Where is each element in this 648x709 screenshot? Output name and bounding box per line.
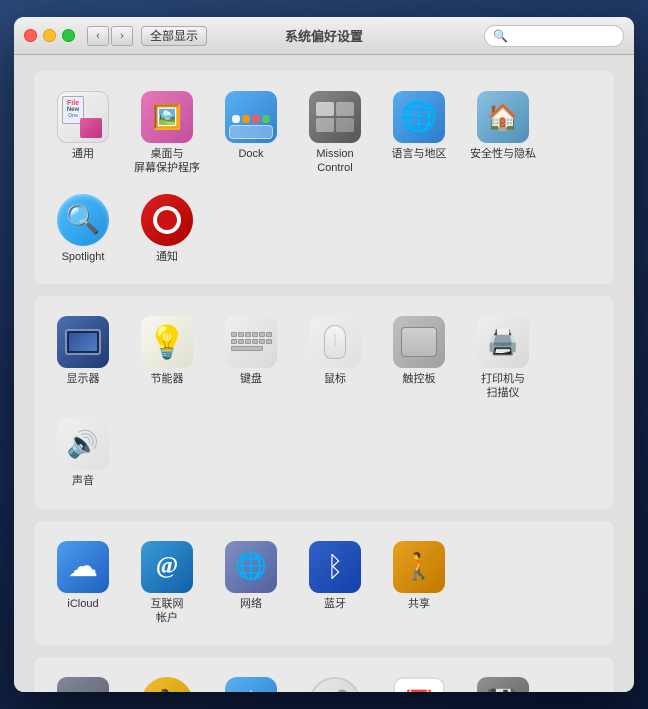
appstore-icon [225,677,277,692]
trackpad-icon [393,316,445,368]
search-input[interactable] [512,29,615,43]
language-icon: 🌐 [393,91,445,143]
internet-icon: @ [141,541,193,593]
icon-item-users[interactable]: 👥用户与群组 [44,671,122,692]
sound-label: 声音 [72,474,94,488]
icon-item-notify[interactable]: 通知 [128,188,206,270]
maximize-button[interactable] [62,29,75,42]
security-label: 安全性与隐私 [470,147,536,161]
mouse-label: 鼠标 [324,372,346,386]
notify-label: 通知 [156,250,178,264]
icon-item-general[interactable]: File New One 通用 [44,85,122,182]
sharing-icon: 🚶 [393,541,445,593]
icon-item-sharing[interactable]: 🚶 共享 [380,535,458,632]
dock-icon [225,91,277,143]
search-icon: 🔍 [493,29,508,43]
window-title: 系统偏好设置 [285,26,363,45]
icon-item-sound[interactable]: 🔊 声音 [44,412,122,494]
icon-item-security[interactable]: 🏠 安全性与隐私 [464,85,542,182]
icon-item-mission[interactable]: Mission Control [296,85,374,182]
spotlight-icon: 🔍 [57,194,109,246]
dock-label: Dock [238,147,263,161]
icon-item-bluetooth[interactable]: ᛒ 蓝牙 [296,535,374,632]
icon-item-printer[interactable]: 🖨️ 打印机与 扫描仪 [464,310,542,407]
icon-item-datetime[interactable]: 📅日期与时间 [380,671,458,692]
startup-icon: 💾 [477,677,529,692]
traffic-lights [24,29,75,42]
energy-label: 节能器 [151,372,184,386]
notify-icon [141,194,193,246]
internet-label: 互联网 帐户 [151,597,184,626]
show-all-button[interactable]: 全部显示 [141,26,207,46]
icon-item-desktop[interactable]: 🖼️ 桌面与 屏幕保护程序 [128,85,206,182]
bluetooth-icon: ᛒ [309,541,361,593]
icloud-label: iCloud [67,597,98,611]
icon-item-startup[interactable]: 💾启动磁盘 [464,671,542,692]
icon-item-internet[interactable]: @ 互联网 帐户 [128,535,206,632]
network-icon: 🌐 [225,541,277,593]
general-icon: File New One [57,91,109,143]
icon-item-dictation[interactable]: 🎤听写与语音 [296,671,374,692]
energy-icon: 💡 [141,316,193,368]
nav-buttons: ‹ › [87,26,133,46]
display-icon [57,316,109,368]
icon-item-energy[interactable]: 💡 节能器 [128,310,206,407]
mission-icon [309,91,361,143]
icon-item-icloud[interactable]: ☁ iCloud [44,535,122,632]
trackpad-label: 触控板 [403,372,436,386]
icon-item-appstore[interactable]: App Store [212,671,290,692]
sharing-label: 共享 [408,597,430,611]
sound-icon: 🔊 [57,418,109,470]
icon-item-parental[interactable]: 🚶家长控制 [128,671,206,692]
icon-item-language[interactable]: 🌐 语言与地区 [380,85,458,182]
close-button[interactable] [24,29,37,42]
system-preferences-window: ‹ › 全部显示 系统偏好设置 🔍 File New One 通用 🖼️ 桌面与 屏… [14,17,634,692]
titlebar: ‹ › 全部显示 系统偏好设置 🔍 [14,17,634,55]
back-button[interactable]: ‹ [87,26,109,46]
mission-label: Mission Control [316,147,353,176]
network-label: 网络 [240,597,262,611]
keyboard-icon [225,316,277,368]
spotlight-label: Spotlight [62,250,105,264]
icon-item-dock[interactable]: Dock [212,85,290,182]
icon-item-spotlight[interactable]: 🔍 Spotlight [44,188,122,270]
security-icon: 🏠 [477,91,529,143]
icon-item-mouse[interactable]: 鼠标 [296,310,374,407]
icloud-icon: ☁ [57,541,109,593]
display-label: 显示器 [67,372,100,386]
desktop-icon: 🖼️ [141,91,193,143]
content-area: File New One 通用 🖼️ 桌面与 屏幕保护程序 Dock Mission… [14,55,634,692]
icon-item-display[interactable]: 显示器 [44,310,122,407]
forward-button[interactable]: › [111,26,133,46]
bluetooth-label: 蓝牙 [324,597,346,611]
printer-label: 打印机与 扫描仪 [481,372,525,401]
section-personal: File New One 通用 🖼️ 桌面与 屏幕保护程序 Dock Mission… [34,71,614,284]
desktop-label: 桌面与 屏幕保护程序 [134,147,200,176]
printer-icon: 🖨️ [477,316,529,368]
section-system: 👥用户与群组🚶家长控制 App Store🎤听写与语音📅日期与时间💾启动磁盘⏰T… [34,657,614,692]
language-label: 语言与地区 [392,147,447,161]
icon-item-network[interactable]: 🌐 网络 [212,535,290,632]
users-icon: 👥 [57,677,109,692]
section-hardware: 显示器 💡 节能器 键盘 鼠标 触控板 🖨️ 打印机与 扫描仪 🔊 声音 [34,296,614,509]
icon-item-trackpad[interactable]: 触控板 [380,310,458,407]
general-label: 通用 [72,147,94,161]
keyboard-label: 键盘 [240,372,262,386]
icon-item-keyboard[interactable]: 键盘 [212,310,290,407]
minimize-button[interactable] [43,29,56,42]
section-internet: ☁ iCloud @ 互联网 帐户 🌐 网络 ᛒ 蓝牙 🚶 共享 [34,521,614,646]
dictation-icon: 🎤 [309,677,361,692]
parental-icon: 🚶 [141,677,193,692]
datetime-icon: 📅 [393,677,445,692]
search-box[interactable]: 🔍 [484,25,624,47]
mouse-icon [309,316,361,368]
